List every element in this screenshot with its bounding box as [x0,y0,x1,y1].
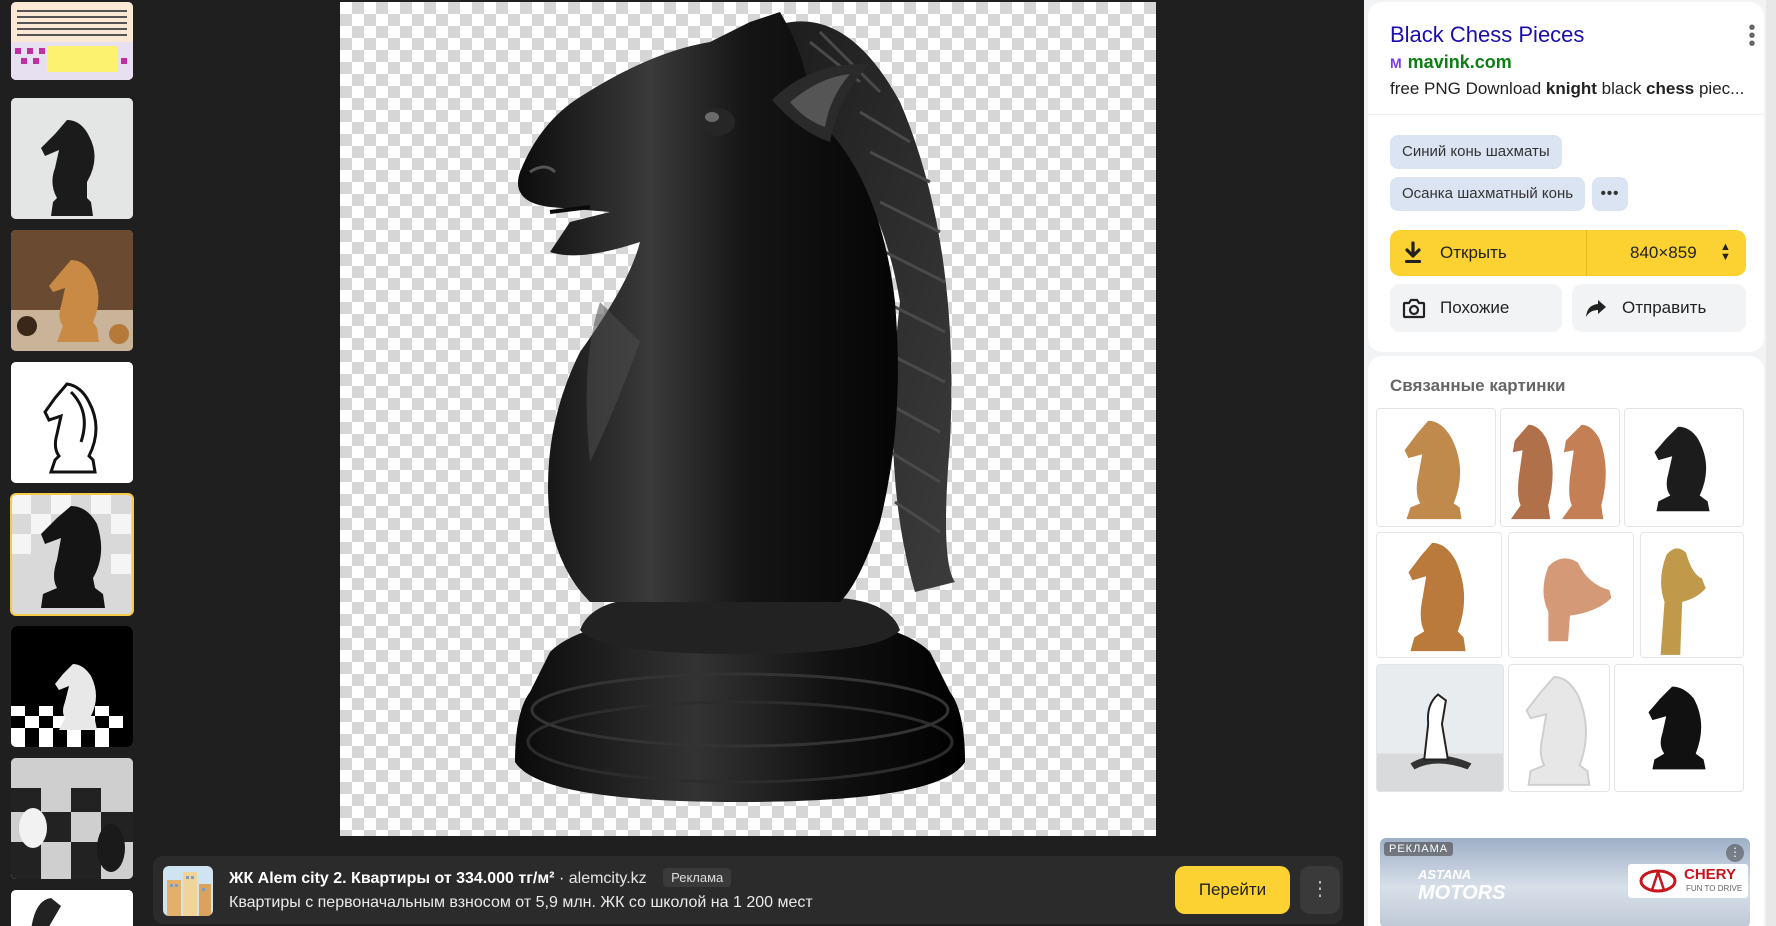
related-image-5[interactable] [1508,532,1634,658]
desc-part-3: black [1596,79,1647,98]
chip-blue-knight[interactable]: Синий конь шахматы [1390,135,1562,169]
panel-scrollbar[interactable] [1766,0,1776,926]
thumbnail-image [11,626,133,747]
thumbnail-image [11,890,133,926]
desc-part-4: chess [1646,79,1695,98]
black-knight-image [1615,665,1743,791]
result-description: free PNG Download knight black chess pie… [1390,79,1750,99]
send-label: Отправить [1622,298,1707,317]
chery-logo-icon [1639,869,1677,893]
side-ad-badge: РЕКЛАМА [1384,842,1454,856]
related-image-4[interactable] [1376,532,1502,658]
related-image-6[interactable] [1640,532,1744,658]
similar-label: Похожие [1440,298,1510,317]
related-image-2[interactable] [1500,408,1620,527]
thumbnail-image [11,2,133,80]
thumbnail-knight-drawing[interactable] [11,362,133,483]
chip-more[interactable]: ••• [1592,177,1628,211]
wooden-knight-image [1377,533,1501,657]
desc-part-2: knight [1545,79,1597,98]
side-ad-car-slogan: FUN TO DRIVE [1686,884,1743,893]
ad-thumbnail [163,866,213,916]
desc-part-1: free PNG Download [1390,79,1546,98]
chip-knight-posture[interactable]: Осанка шахматный конь [1390,177,1586,211]
thumbnail-partial[interactable] [11,890,133,926]
golden-horse-image [1641,533,1743,657]
related-title: Связанные картинки [1390,376,1566,395]
site-name: mavink.com [1407,52,1512,72]
thumbnail-image [11,98,133,219]
side-ad-banner[interactable]: РЕКЛАМА ⋮ ASTANA MOTORS CHERY FUN TO DRI… [1380,838,1750,926]
open-button[interactable]: Открыть 840×859 ▲ ▼ [1390,230,1746,276]
white-knight-image [1509,665,1609,791]
thumbnail-black-knight-gray[interactable] [11,98,133,219]
side-ad-brand: ASTANA MOTORS [1418,866,1506,904]
similar-button[interactable]: Похожие [1390,284,1562,332]
thumbnail-image [11,758,133,879]
site-favicon-icon: M [1390,55,1402,71]
related-image-8[interactable] [1508,664,1610,792]
related-images-card: Связанные картинки РЕКЛАМА ⋮ ASTANA MOTO… [1368,356,1764,926]
ad-banner[interactable]: ЖК Alem city 2. Квартиры от 334.000 тг/м… [153,856,1343,924]
thumbnail-chess-poster[interactable] [11,2,133,80]
thumbnail-selected-black-knight[interactable] [10,493,134,616]
ad-headline[interactable]: ЖК Alem city 2. Квартиры от 334.000 тг/м… [229,870,555,887]
ad-dot: · [558,870,569,887]
ad-title[interactable]: ЖК Alem city 2. Квартиры от 334.000 тг/м… [229,868,732,888]
black-knight-image [515,12,965,802]
ad-description: Квартиры с первоначальным взносом от 5,9… [229,894,813,911]
desc-part-5: piec... [1694,79,1745,98]
result-title[interactable]: Black Chess Pieces [1390,22,1584,48]
ad-more-icon[interactable]: ⋮ [1300,866,1340,914]
main-image-knight[interactable] [340,2,1156,836]
ad-go-button[interactable]: Перейти [1175,866,1290,914]
related-image-3[interactable] [1624,408,1744,527]
download-icon [1405,241,1421,263]
image-size[interactable]: 840×859 [1630,243,1697,263]
thumbnail-white-knight-board[interactable] [11,626,133,747]
share-arrow-icon [1586,300,1606,317]
open-label: Открыть [1440,243,1507,262]
image-viewer: ЖК Alem city 2. Квартиры от 334.000 тг/м… [146,0,1364,926]
zebra-rocking-horse-image [1377,665,1503,791]
button-divider [1586,230,1587,276]
black-knight-image [1625,409,1743,526]
related-image-1[interactable] [1376,408,1496,527]
divider [1368,114,1764,115]
related-image-9[interactable] [1614,664,1744,792]
ad-badge: Реклама [663,868,732,887]
thumbnail-image [11,230,133,351]
thumbnail-wooden-knights[interactable] [11,230,133,351]
related-image-7[interactable] [1376,664,1504,792]
side-ad-brand-bottom: MOTORS [1418,882,1506,904]
copper-horse-head-image [1509,533,1633,657]
ad-domain[interactable]: alemcity.kz [569,870,647,887]
side-ad-more-icon[interactable]: ⋮ [1726,844,1744,862]
thumbnail-strip [0,0,146,926]
side-ad-car-logo: CHERY FUN TO DRIVE [1628,864,1748,898]
building-image [163,866,213,916]
info-panel: Black Chess Pieces • • • Mmavink.com free … [1364,0,1776,926]
camera-search-icon [1402,298,1426,319]
thumbnail-image [11,494,133,615]
thumbnail-chess-set[interactable] [11,758,133,879]
send-button[interactable]: Отправить [1572,284,1746,332]
more-options-icon[interactable]: • • • [1748,18,1756,54]
source-card: Black Chess Pieces • • • Mmavink.com free … [1368,2,1764,352]
site-link[interactable]: Mmavink.com [1390,52,1512,73]
side-ad-car-brand: CHERY [1684,866,1736,883]
bronze-knights-image [1501,409,1619,526]
wooden-knight-image [1377,409,1495,526]
thumbnail-image [11,362,133,483]
size-selector-icon[interactable]: ▲ ▼ [1720,242,1731,263]
